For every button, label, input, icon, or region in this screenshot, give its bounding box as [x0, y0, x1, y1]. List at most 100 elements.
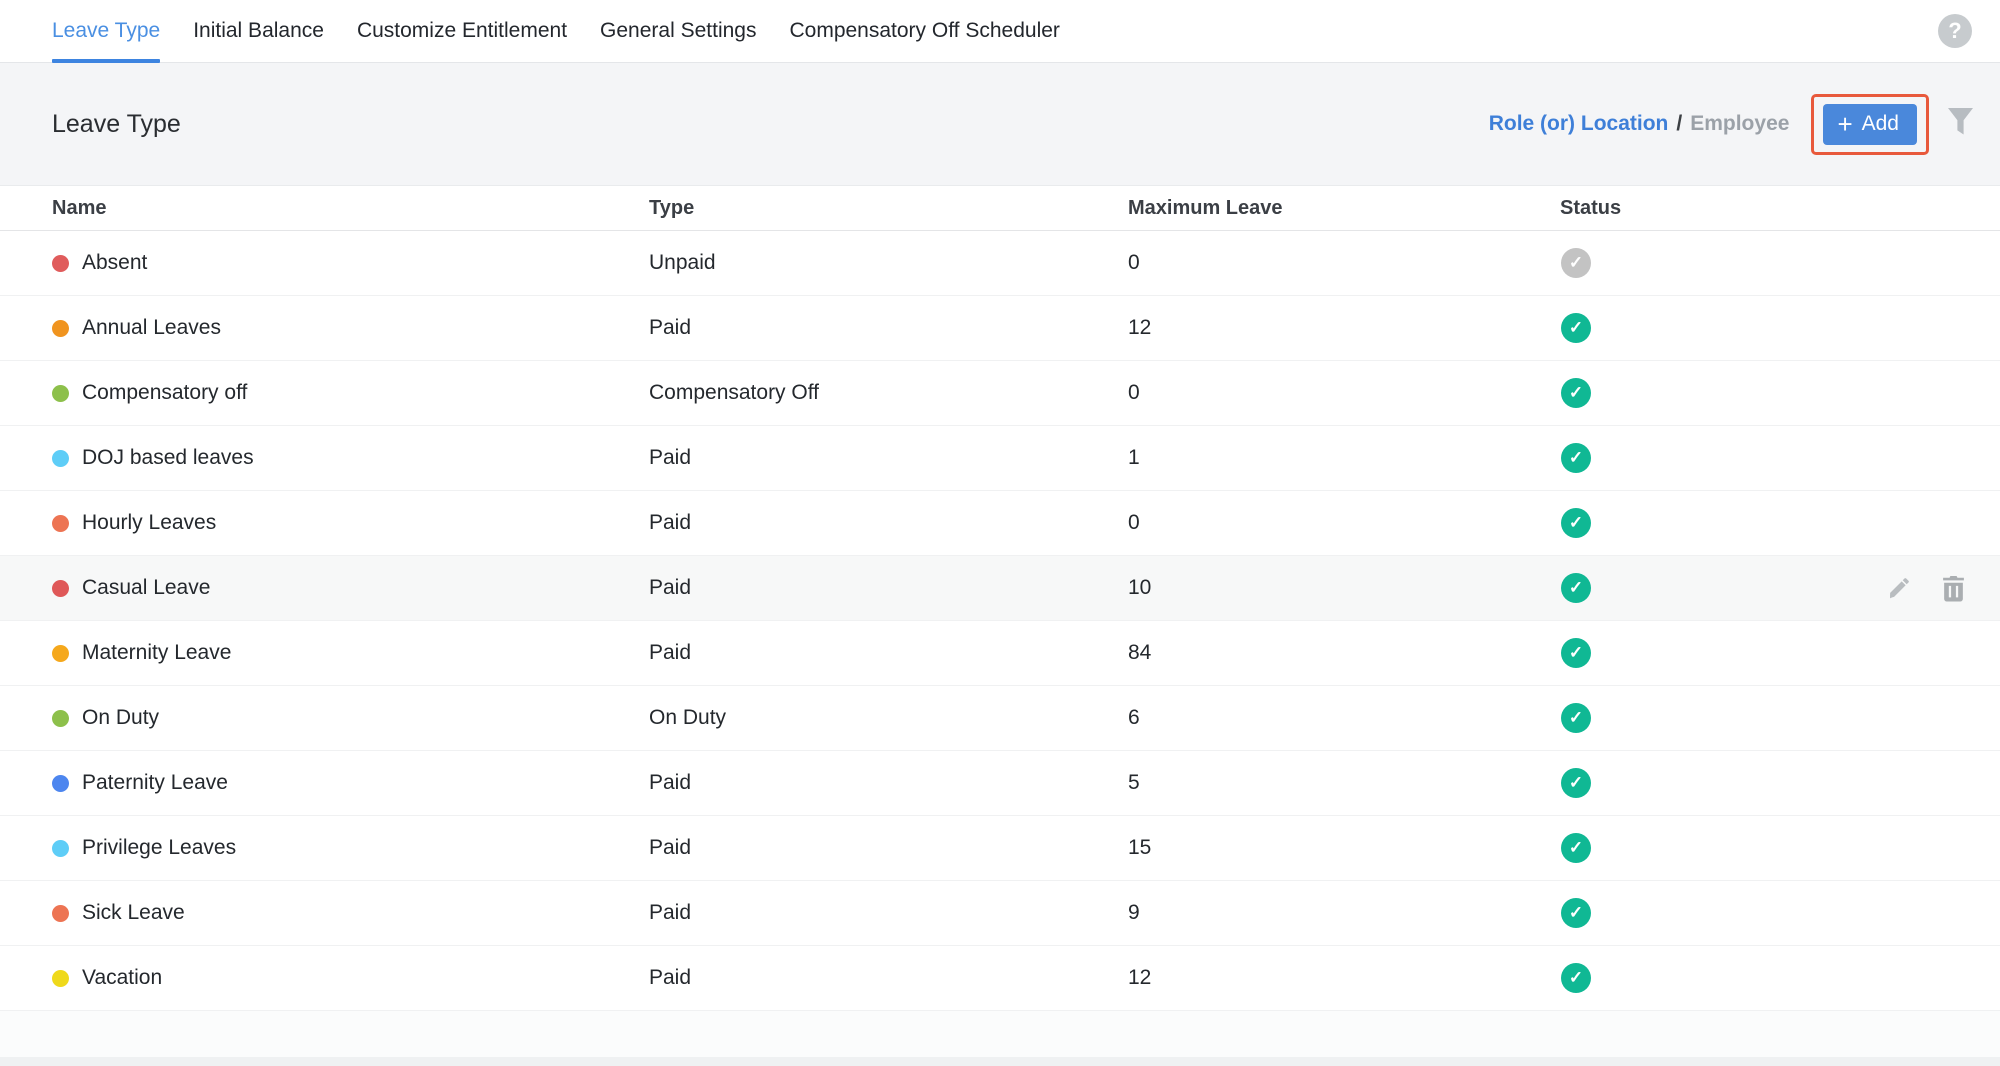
- leave-color-dot: [52, 515, 69, 532]
- table-row-casual-leave[interactable]: Casual Leave Paid 10 ✓: [0, 556, 2000, 621]
- leave-type-value: Paid: [649, 966, 1128, 990]
- status-check-icon-active[interactable]: ✓: [1561, 768, 1591, 798]
- column-header-name: Name: [0, 197, 649, 220]
- table-row-vacation[interactable]: Vacation Paid 12 ✓: [0, 946, 2000, 1011]
- header-actions: Role (or) Location / Employee + Add: [1489, 94, 1974, 155]
- leave-name: Annual Leaves: [82, 316, 221, 340]
- status-check-icon-active[interactable]: ✓: [1561, 833, 1591, 863]
- leave-type-value: Paid: [649, 641, 1128, 665]
- leave-name: Sick Leave: [82, 901, 185, 925]
- maximum-leave-value: 9: [1128, 901, 1560, 925]
- help-icon[interactable]: ?: [1938, 14, 1972, 48]
- funnel-icon-glyph: [1947, 107, 1974, 141]
- tab-leave-type[interactable]: Leave Type: [52, 0, 160, 62]
- bottom-edge-strip: [0, 1057, 2000, 1066]
- maximum-leave-value: 84: [1128, 641, 1560, 665]
- leave-type-value: Paid: [649, 576, 1128, 600]
- leave-type-value: Paid: [649, 836, 1128, 860]
- leave-color-dot: [52, 840, 69, 857]
- leave-color-dot: [52, 710, 69, 727]
- tab-customize-entitlement[interactable]: Customize Entitlement: [357, 0, 567, 62]
- table-row-absent[interactable]: Absent Unpaid 0 ✓: [0, 231, 2000, 296]
- maximum-leave-value: 5: [1128, 771, 1560, 795]
- leave-name: Privilege Leaves: [82, 836, 236, 860]
- table-header-row: Name Type Maximum Leave Status: [0, 186, 2000, 231]
- table-row-privilege-leaves[interactable]: Privilege Leaves Paid 15 ✓: [0, 816, 2000, 881]
- leave-type-value: Paid: [649, 771, 1128, 795]
- table-row-hourly-leaves[interactable]: Hourly Leaves Paid 0 ✓: [0, 491, 2000, 556]
- maximum-leave-value: 15: [1128, 836, 1560, 860]
- leave-color-dot: [52, 255, 69, 272]
- table-row-maternity-leave[interactable]: Maternity Leave Paid 84 ✓: [0, 621, 2000, 686]
- leave-color-dot: [52, 775, 69, 792]
- table-row-sick-leave[interactable]: Sick Leave Paid 9 ✓: [0, 881, 2000, 946]
- status-check-icon-active[interactable]: ✓: [1561, 313, 1591, 343]
- tab-general-settings[interactable]: General Settings: [600, 0, 756, 62]
- leave-color-dot: [52, 450, 69, 467]
- leave-color-dot: [52, 970, 69, 987]
- maximum-leave-value: 0: [1128, 381, 1560, 405]
- leave-type-value: Compensatory Off: [649, 381, 1128, 405]
- delete-trash-icon[interactable]: [1942, 575, 1965, 602]
- maximum-leave-value: 12: [1128, 316, 1560, 340]
- status-check-icon-active[interactable]: ✓: [1561, 443, 1591, 473]
- table-row-paternity-leave[interactable]: Paternity Leave Paid 5 ✓: [0, 751, 2000, 816]
- maximum-leave-value: 12: [1128, 966, 1560, 990]
- leave-color-dot: [52, 580, 69, 597]
- settings-tab-bar: Leave Type Initial Balance Customize Entit…: [0, 0, 2000, 63]
- page-title: Leave Type: [52, 110, 181, 139]
- page-header: Leave Type Role (or) Location / Employee…: [0, 63, 2000, 186]
- leave-name: Paternity Leave: [82, 771, 228, 795]
- status-check-icon-active[interactable]: ✓: [1561, 963, 1591, 993]
- status-check-icon-active[interactable]: ✓: [1561, 703, 1591, 733]
- footer-spacer: [0, 1011, 2000, 1066]
- table-row-on-duty[interactable]: On Duty On Duty 6 ✓: [0, 686, 2000, 751]
- trash-glyph: [1942, 575, 1965, 602]
- maximum-leave-value: 0: [1128, 251, 1560, 275]
- help-glyph: ?: [1948, 18, 1961, 44]
- link-separator: /: [1676, 112, 1682, 136]
- leave-color-dot: [52, 905, 69, 922]
- status-check-icon-active[interactable]: ✓: [1561, 573, 1591, 603]
- table-row-annual-leaves[interactable]: Annual Leaves Paid 12 ✓: [0, 296, 2000, 361]
- tab-compensatory-off-scheduler[interactable]: Compensatory Off Scheduler: [789, 0, 1059, 62]
- leave-name: Hourly Leaves: [82, 511, 216, 535]
- leave-name: Maternity Leave: [82, 641, 231, 665]
- leave-color-dot: [52, 320, 69, 337]
- tab-list: Leave Type Initial Balance Customize Entit…: [52, 0, 1093, 62]
- filter-icon[interactable]: [1947, 107, 1974, 141]
- leave-type-value: Paid: [649, 446, 1128, 470]
- pencil-glyph: [1887, 576, 1912, 601]
- maximum-leave-value: 6: [1128, 706, 1560, 730]
- role-or-location-link[interactable]: Role (or) Location: [1489, 112, 1669, 136]
- leave-type-value: Paid: [649, 511, 1128, 535]
- table-row-compensatory-off[interactable]: Compensatory off Compensatory Off 0 ✓: [0, 361, 2000, 426]
- maximum-leave-value: 1: [1128, 446, 1560, 470]
- status-check-icon-active[interactable]: ✓: [1561, 638, 1591, 668]
- add-button[interactable]: + Add: [1823, 104, 1917, 145]
- row-actions: [1887, 556, 1965, 620]
- employee-link[interactable]: Employee: [1690, 112, 1789, 136]
- leave-name: Vacation: [82, 966, 162, 990]
- leave-type-value: Paid: [649, 901, 1128, 925]
- edit-pencil-icon[interactable]: [1887, 576, 1912, 601]
- leave-type-value: On Duty: [649, 706, 1128, 730]
- leave-name: Compensatory off: [82, 381, 247, 405]
- maximum-leave-value: 0: [1128, 511, 1560, 535]
- leave-color-dot: [52, 385, 69, 402]
- status-check-icon-active[interactable]: ✓: [1561, 508, 1591, 538]
- leave-name: Casual Leave: [82, 576, 210, 600]
- tab-initial-balance[interactable]: Initial Balance: [193, 0, 324, 62]
- table-row-doj-based-leaves[interactable]: DOJ based leaves Paid 1 ✓: [0, 426, 2000, 491]
- plus-icon: +: [1837, 114, 1852, 134]
- column-header-maximum-leave: Maximum Leave: [1128, 197, 1560, 220]
- add-button-label: Add: [1862, 112, 1899, 136]
- status-check-icon-inactive[interactable]: ✓: [1561, 248, 1591, 278]
- column-header-type: Type: [649, 197, 1128, 220]
- status-check-icon-active[interactable]: ✓: [1561, 898, 1591, 928]
- leave-type-value: Unpaid: [649, 251, 1128, 275]
- status-check-icon-active[interactable]: ✓: [1561, 378, 1591, 408]
- add-button-highlight-outline: + Add: [1811, 94, 1929, 155]
- maximum-leave-value: 10: [1128, 576, 1560, 600]
- leave-type-value: Paid: [649, 316, 1128, 340]
